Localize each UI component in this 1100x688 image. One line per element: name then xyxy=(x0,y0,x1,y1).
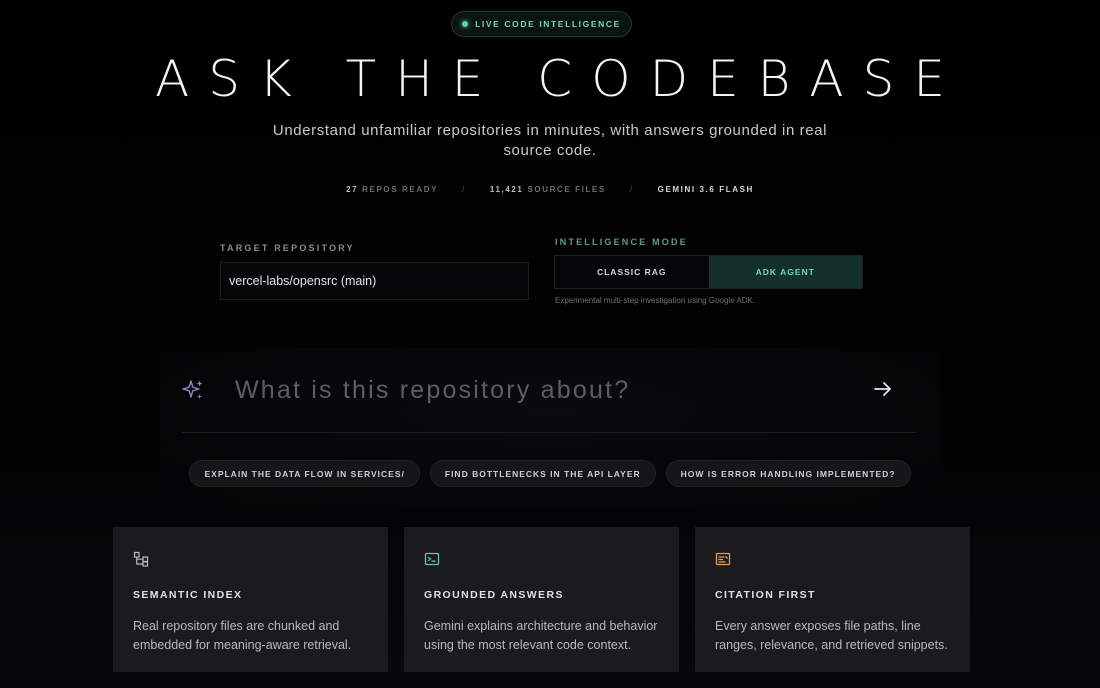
feature-card-semantic-index: SEMANTIC INDEX Real repository files are… xyxy=(113,527,388,672)
mode-adk-agent-button[interactable]: ADK AGENT xyxy=(708,256,862,288)
feature-title: SEMANTIC INDEX xyxy=(133,589,243,601)
feature-card-citation-first: CITATION FIRST Every answer exposes file… xyxy=(695,527,970,672)
arrow-right-icon[interactable] xyxy=(872,378,894,400)
page-title: ASK THE CODEBASE xyxy=(155,50,964,108)
mode-label: INTELLIGENCE MODE xyxy=(555,237,688,247)
feature-description: Gemini explains architecture and behavio… xyxy=(424,619,658,652)
stat-files: 11,421 SOURCE FILES xyxy=(489,185,606,194)
stat-model: GEMINI 3.6 FLASH xyxy=(657,185,754,194)
citation-icon xyxy=(715,552,731,566)
hierarchy-icon xyxy=(133,551,149,567)
page-subtitle: Understand unfamiliar repositories in mi… xyxy=(272,122,828,159)
ask-input[interactable] xyxy=(235,370,855,410)
terminal-icon xyxy=(424,552,440,566)
sparkle-icon xyxy=(182,380,203,399)
feature-title: CITATION FIRST xyxy=(715,589,816,601)
stat-separator: / xyxy=(629,185,634,194)
feature-description: Real repository files are chunked and em… xyxy=(133,619,352,652)
repository-label: TARGET REPOSITORY xyxy=(220,243,355,253)
mode-toggle: CLASSIC RAG ADK AGENT xyxy=(554,255,863,289)
suggestion-chip[interactable]: FIND BOTTLENECKS IN THE API LAYER xyxy=(429,460,656,487)
suggestion-chip[interactable]: EXPLAIN THE DATA FLOW IN SERVICES/ xyxy=(189,460,420,487)
suggestion-chip[interactable]: HOW IS ERROR HANDLING IMPLEMENTED? xyxy=(665,460,911,487)
feature-description: Every answer exposes file paths, line ra… xyxy=(715,619,948,652)
live-badge: LIVE CODE INTELLIGENCE xyxy=(451,11,632,37)
status-dot-icon xyxy=(462,21,469,27)
feature-card-grounded-answers: GROUNDED ANSWERS Gemini explains archite… xyxy=(404,527,679,672)
stats-bar: 27 REPOS READY / 11,421 SOURCE FILES / GEM… xyxy=(0,185,1100,194)
mode-note: Experimental multi-step investigation us… xyxy=(555,296,756,305)
stat-repos: 27 REPOS READY xyxy=(346,185,439,194)
repository-value: vercel-labs/opensrc (main) xyxy=(229,274,377,288)
ask-divider xyxy=(182,432,916,433)
suggestion-chips: EXPLAIN THE DATA FLOW IN SERVICES/ FIND … xyxy=(0,460,1100,487)
badge-label: LIVE CODE INTELLIGENCE xyxy=(475,19,621,29)
page: LIVE CODE INTELLIGENCE ASK THE CODEBASE … xyxy=(0,0,1100,688)
stat-separator: / xyxy=(462,185,466,194)
repository-select[interactable]: vercel-labs/opensrc (main) xyxy=(220,262,529,300)
mode-classic-rag-button[interactable]: CLASSIC RAG xyxy=(555,256,709,288)
feature-title: GROUNDED ANSWERS xyxy=(424,589,564,601)
